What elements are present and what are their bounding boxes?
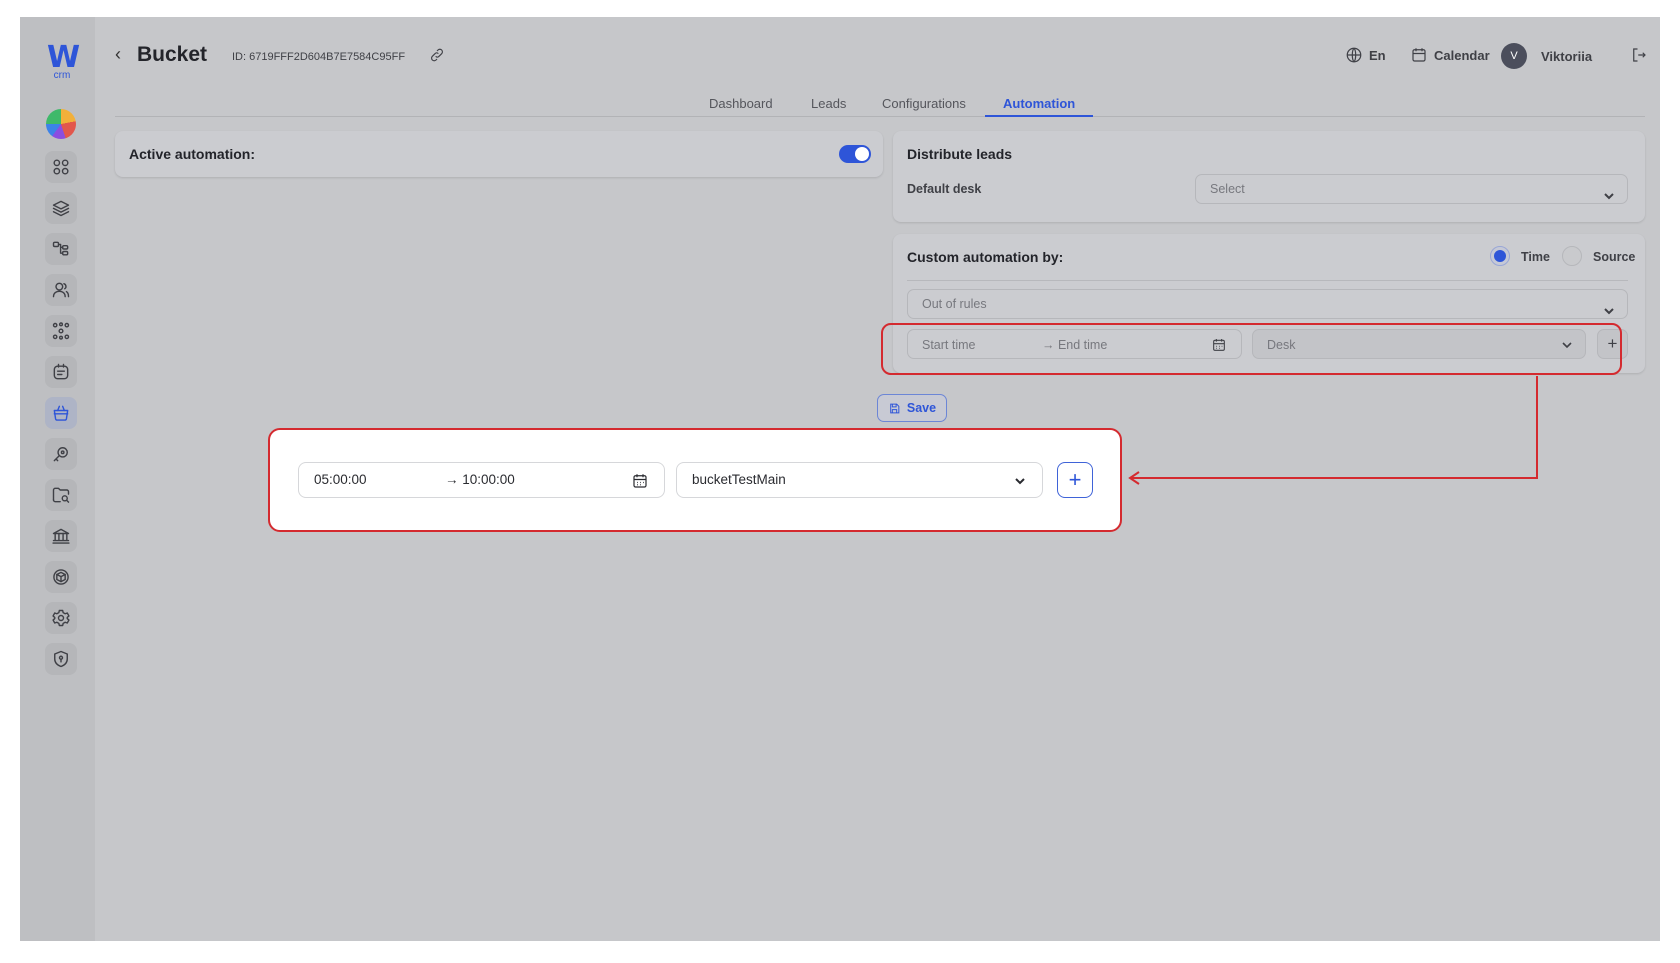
folder-search-icon: [52, 487, 70, 503]
zoom-desk-select[interactable]: bucketTestMain: [676, 462, 1043, 498]
basket-icon: [53, 405, 69, 421]
calendar-button[interactable]: Calendar: [1410, 46, 1490, 64]
chevron-down-icon: [1603, 184, 1615, 200]
active-automation-toggle[interactable]: [839, 145, 871, 163]
bucket-id: ID: 6719FFF2D604B7E7584C95FF: [232, 51, 406, 63]
tab-configurations[interactable]: Configurations: [882, 96, 966, 111]
language-label: En: [1369, 47, 1386, 63]
key-icon: [53, 447, 68, 462]
avatar: V: [1501, 43, 1527, 69]
distribute-leads-title: Distribute leads: [907, 146, 1013, 162]
default-desk-placeholder: Select: [1210, 182, 1245, 196]
box-icon: [53, 569, 69, 585]
calendar-icon: [633, 474, 647, 488]
tab-automation[interactable]: Automation: [1003, 96, 1075, 111]
page-header: ‹ Bucket ID: 6719FFF2D604B7E7584C95FF En…: [115, 17, 1660, 117]
tab-leads[interactable]: Leads: [811, 96, 846, 111]
chevron-down-icon: [1015, 478, 1025, 485]
sidebar-item-tickets[interactable]: [45, 356, 77, 388]
ticket-icon: [53, 363, 69, 380]
sidebar: W crm: [20, 17, 95, 941]
app-logo[interactable]: W crm: [42, 43, 82, 81]
distribute-leads-card: Distribute leads Default desk Select: [893, 131, 1645, 222]
sidebar-item-keys[interactable]: [45, 438, 77, 470]
sidebar-item-folders[interactable]: [45, 479, 77, 511]
sidebar-item-products[interactable]: [45, 561, 77, 593]
chevron-down-icon: [1603, 299, 1615, 315]
sidebar-item-settings[interactable]: [45, 602, 77, 634]
zoom-callout: 05:00:00 → 10:00:00 bucketTestMain +: [268, 428, 1122, 532]
zoom-end-time: → 10:00:00: [445, 472, 515, 487]
save-button[interactable]: Save: [877, 394, 947, 422]
page-title: Bucket: [137, 43, 208, 66]
logout-icon: [1633, 48, 1646, 62]
shield-icon: [54, 650, 68, 668]
settings-icon: [52, 609, 70, 627]
color-wheel-icon[interactable]: [46, 109, 76, 139]
hierarchy-icon: [52, 241, 69, 256]
zoom-desk-value: bucketTestMain: [692, 472, 786, 487]
sidebar-item-security[interactable]: [45, 643, 77, 675]
zoom-start-time: 05:00:00: [314, 472, 367, 487]
active-automation-card: Active automation:: [115, 131, 883, 177]
highlight-box: [881, 323, 1622, 375]
out-of-rules-placeholder: Out of rules: [922, 297, 987, 311]
radio-source-label: Source: [1593, 250, 1636, 264]
custom-automation-title: Custom automation by:: [907, 249, 1064, 265]
dashboard-icon: [53, 159, 69, 175]
calendar-label: Calendar: [1434, 47, 1490, 63]
zoom-time-range-input[interactable]: 05:00:00 → 10:00:00: [298, 462, 665, 498]
divider: [907, 280, 1628, 281]
bank-icon: [52, 528, 70, 544]
user-menu[interactable]: V Viktoriia: [1501, 43, 1592, 69]
sidebar-item-bank[interactable]: [45, 520, 77, 552]
zoom-add-rule-button[interactable]: +: [1057, 462, 1093, 498]
network-icon: [52, 322, 70, 340]
tab-bar: Dashboard Leads Configurations Automatio…: [115, 91, 1645, 117]
default-desk-label: Default desk: [907, 182, 982, 196]
language-switcher[interactable]: En: [1345, 46, 1386, 64]
layers-icon: [52, 200, 70, 217]
calendar-icon: [1412, 48, 1426, 62]
radio-source[interactable]: [1562, 246, 1582, 266]
active-automation-label: Active automation:: [129, 146, 256, 162]
save-icon: [890, 403, 900, 413]
active-tab-indicator: [985, 115, 1093, 117]
sidebar-item-layers[interactable]: [45, 192, 77, 224]
logo-letter: W: [46, 40, 80, 75]
sidebar-item-dashboard[interactable]: [45, 151, 77, 183]
logout-button[interactable]: [1630, 46, 1648, 64]
sidebar-item-network[interactable]: [45, 315, 77, 347]
out-of-rules-select[interactable]: Out of rules: [907, 289, 1628, 319]
users-icon: [52, 282, 70, 298]
sidebar-item-users[interactable]: [45, 274, 77, 306]
tab-dashboard[interactable]: Dashboard: [709, 96, 773, 111]
back-button[interactable]: ‹: [115, 44, 121, 65]
sidebar-item-buckets[interactable]: [45, 397, 77, 429]
user-name: Viktoriia: [1541, 48, 1593, 64]
copy-link-button[interactable]: [429, 47, 445, 68]
default-desk-select[interactable]: Select: [1195, 174, 1628, 204]
radio-time-label: Time: [1521, 250, 1550, 264]
link-icon: [431, 48, 443, 62]
save-label: Save: [906, 401, 937, 415]
radio-time[interactable]: [1490, 246, 1510, 266]
globe-icon: [1346, 47, 1362, 63]
sidebar-item-hierarchy[interactable]: [45, 233, 77, 265]
